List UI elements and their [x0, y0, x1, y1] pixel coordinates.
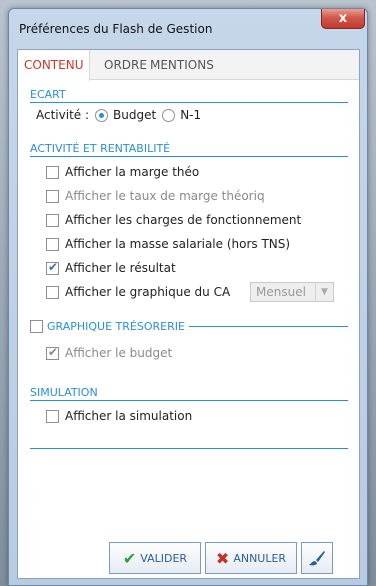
activite-divider: [30, 156, 348, 157]
checkbox-box[interactable]: [46, 165, 59, 179]
tresorerie-section-title: GRAPHIQUE TRÉSORERIE: [47, 319, 185, 333]
valider-button[interactable]: ✔ VALIDER: [109, 542, 201, 574]
checkbox-label: Afficher les charges de fonctionnement: [65, 213, 302, 227]
ca-period-select[interactable]: Mensuel ▼: [250, 282, 334, 302]
radio-n-1-label[interactable]: N-1: [180, 108, 201, 122]
checkmark-icon: ✔: [122, 548, 137, 568]
tab-ordre-label: ORDRE: [104, 58, 147, 72]
paint-button[interactable]: [301, 542, 333, 574]
checkbox-label: Afficher la marge théo: [65, 165, 200, 179]
tab-contenu-label: CONTENU: [24, 58, 84, 72]
checkbox-label: Afficher le budget: [65, 346, 173, 360]
checkbox-simulation[interactable]: Afficher la simulation: [46, 407, 192, 425]
close-button[interactable]: x: [321, 9, 365, 29]
simulation-section-title: SIMULATION: [30, 386, 100, 399]
checkbox-box[interactable]: [46, 237, 59, 251]
ecart-section-title: ECART: [30, 88, 68, 101]
checkbox-box[interactable]: ✔: [46, 344, 59, 360]
activite-section-title: ACTIVITÉ ET RENTABILITÉ: [30, 142, 173, 155]
checkbox-charges[interactable]: Afficher les charges de fonctionnement: [46, 211, 301, 229]
checkbox-marge-theo[interactable]: Afficher la marge théo: [46, 163, 199, 181]
window-title: Préférences du Flash de Gestion: [19, 22, 213, 36]
tab-bar: CONTENU ORDRE MENTIONS: [18, 50, 359, 81]
checkbox-label: Afficher le taux de marge théoriq: [65, 189, 265, 203]
bottom-divider: [30, 448, 348, 449]
checkbox-box[interactable]: [46, 409, 59, 423]
tab-mentions[interactable]: MENTIONS: [144, 50, 220, 80]
ca-period-value: Mensuel: [256, 285, 306, 299]
checkbox-graphique-ca[interactable]: Afficher le graphique du CA: [46, 283, 230, 301]
tab-mentions-label: MENTIONS: [150, 58, 214, 72]
checkbox-box[interactable]: [46, 189, 59, 203]
checkbox-taux-marge[interactable]: Afficher le taux de marge théoriq: [46, 187, 265, 205]
checkbox-box[interactable]: [46, 285, 59, 299]
checkbox-label: Afficher le résultat: [65, 261, 176, 275]
checkbox-label: Afficher la simulation: [65, 409, 193, 423]
checkbox-tresorerie[interactable]: GRAPHIQUE TRÉSORERIE: [30, 317, 189, 335]
preferences-dialog: Préférences du Flash de Gestion x CONTEN…: [8, 8, 368, 586]
annuler-button[interactable]: ✖ ANNULER: [205, 542, 297, 574]
radio-n-1[interactable]: [162, 108, 176, 122]
checkbox-label: Afficher le graphique du CA: [65, 285, 231, 299]
valider-label: VALIDER: [140, 551, 188, 565]
checkbox-box[interactable]: ✔: [46, 259, 59, 275]
ecart-divider: [30, 102, 348, 103]
title-bar[interactable]: Préférences du Flash de Gestion x: [9, 9, 367, 47]
checkbox-afficher-budget[interactable]: ✔ Afficher le budget: [46, 344, 172, 362]
checkbox-masse-salariale[interactable]: Afficher la masse salariale (hors TNS): [46, 235, 290, 253]
simulation-divider: [30, 400, 348, 401]
checkbox-box[interactable]: [30, 319, 43, 333]
dialog-content: CONTENU ORDRE MENTIONS ECART Activité : …: [17, 49, 360, 579]
ecart-row: Activité : Budget N-1: [36, 106, 201, 124]
checkmark-icon: ✔: [48, 259, 59, 274]
annuler-label: ANNULER: [233, 551, 287, 565]
checkbox-box[interactable]: [46, 213, 59, 227]
checkmark-icon: ✔: [48, 344, 59, 359]
brush-icon: [309, 551, 325, 566]
activite-label: Activité :: [36, 108, 90, 122]
close-icon: x: [338, 11, 348, 26]
chevron-down-icon[interactable]: ▼: [315, 283, 333, 301]
checkbox-label: Afficher la masse salariale (hors TNS): [65, 237, 291, 251]
checkbox-resultat[interactable]: ✔ Afficher le résultat: [46, 259, 176, 277]
radio-budget[interactable]: [95, 108, 109, 122]
cross-icon: ✖: [215, 548, 230, 568]
radio-budget-label[interactable]: Budget: [113, 108, 156, 122]
tab-contenu[interactable]: CONTENU: [18, 50, 91, 81]
